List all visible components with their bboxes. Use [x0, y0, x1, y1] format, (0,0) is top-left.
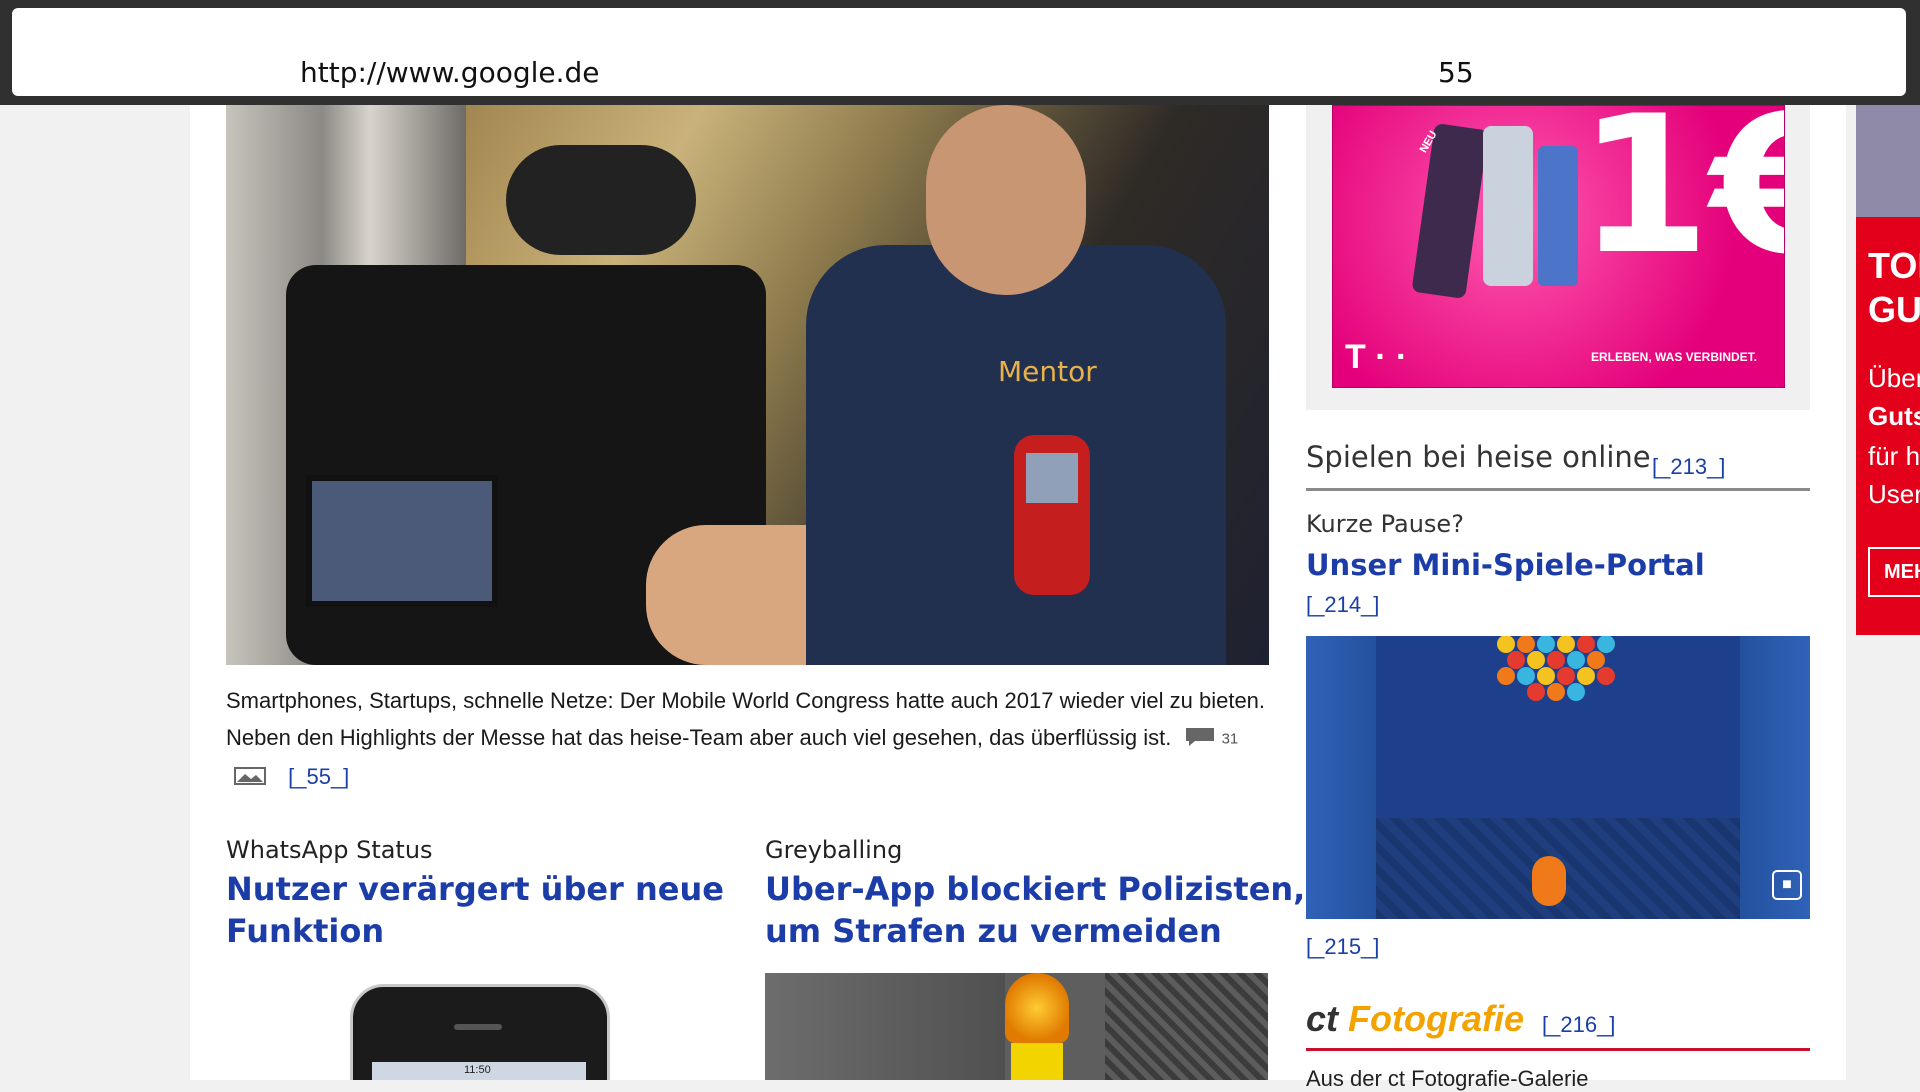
- side-ad-button[interactable]: MEH: [1868, 547, 1920, 597]
- side-ad[interactable]: TOP GUT Über Guts für h User MEH: [1856, 105, 1920, 635]
- games-image-ref[interactable]: [_215_]: [1306, 934, 1379, 960]
- browser-toolbar: http://www.google.de 55: [0, 0, 1920, 105]
- headline-line[interactable]: Funktion: [226, 910, 724, 952]
- headline-line[interactable]: um Strafen zu vermeiden: [765, 910, 1305, 952]
- side-ad-line: User: [1868, 479, 1920, 509]
- side-ad-line: Über: [1868, 363, 1920, 393]
- games-ref[interactable]: [_214_]: [1306, 592, 1379, 618]
- ad-price: 1€: [1578, 105, 1784, 296]
- hero-caption: Smartphones, Startups, schnelle Netze: D…: [226, 682, 1266, 796]
- ct-fotografie-logo[interactable]: ct Fotografie: [1306, 998, 1524, 1040]
- side-ad-line: GUT: [1868, 289, 1920, 330]
- ct-logo-fotografie: Fotografie: [1348, 998, 1525, 1039]
- headline-line[interactable]: Uber-App blockiert Polizisten,: [765, 868, 1305, 910]
- ct-divider: [1306, 1048, 1810, 1051]
- ct-ref[interactable]: [_216_]: [1542, 1012, 1615, 1038]
- telekom-ad[interactable]: NEU 1€ T · · ERLEBEN, WAS VERBINDET.: [1332, 105, 1785, 388]
- article-headline[interactable]: Uber-App blockiert Polizisten, um Strafe…: [765, 868, 1305, 952]
- side-ad-line: für h: [1868, 441, 1920, 471]
- caption-text: Smartphones, Startups, schnelle Netze: D…: [226, 688, 1266, 750]
- tab-count[interactable]: 55: [1438, 56, 1474, 89]
- games-portal-link[interactable]: Unser Mini-Spiele-Portal: [1306, 548, 1705, 582]
- ad-slogan: ERLEBEN, WAS VERBINDET.: [1591, 350, 1758, 364]
- comment-count[interactable]: 31: [1222, 731, 1239, 748]
- ct-logo-ct: ct: [1306, 998, 1339, 1039]
- hero-image[interactable]: Mentor: [226, 105, 1269, 665]
- section-divider: [1306, 488, 1810, 491]
- side-ad-line: Guts: [1868, 401, 1920, 431]
- sound-icon[interactable]: ■: [1772, 870, 1802, 900]
- uber-article-image[interactable]: [765, 973, 1268, 1080]
- article-headline[interactable]: Nutzer verärgert über neue Funktion: [226, 868, 724, 952]
- telekom-logo: T · ·: [1345, 338, 1408, 376]
- iphone-clock: 11:50: [464, 1064, 491, 1076]
- section-title-games: Spielen bei heise online: [1306, 440, 1651, 474]
- iphone-article-image[interactable]: 11:50: [346, 980, 612, 1080]
- article-kicker: Greyballing: [765, 836, 903, 864]
- gallery-icon[interactable]: [234, 759, 266, 796]
- side-ad-image: [1856, 105, 1920, 217]
- article-ref[interactable]: [_55_]: [288, 764, 349, 789]
- article-kicker: WhatsApp Status: [226, 836, 433, 864]
- headline-line[interactable]: Nutzer verärgert über neue: [226, 868, 724, 910]
- hero-shirt-text: Mentor: [998, 355, 1097, 388]
- side-ad-line: TOP: [1868, 245, 1920, 286]
- address-bar[interactable]: http://www.google.de 55: [12, 8, 1906, 96]
- ct-subtitle: Aus der ct Fotografie-Galerie: [1306, 1066, 1589, 1091]
- section-ref[interactable]: [_213_]: [1652, 454, 1725, 480]
- games-kicker: Kurze Pause?: [1306, 510, 1464, 538]
- bubble-game-image[interactable]: ■: [1306, 636, 1810, 919]
- url-text[interactable]: http://www.google.de: [300, 56, 600, 89]
- comment-icon[interactable]: [1185, 721, 1215, 758]
